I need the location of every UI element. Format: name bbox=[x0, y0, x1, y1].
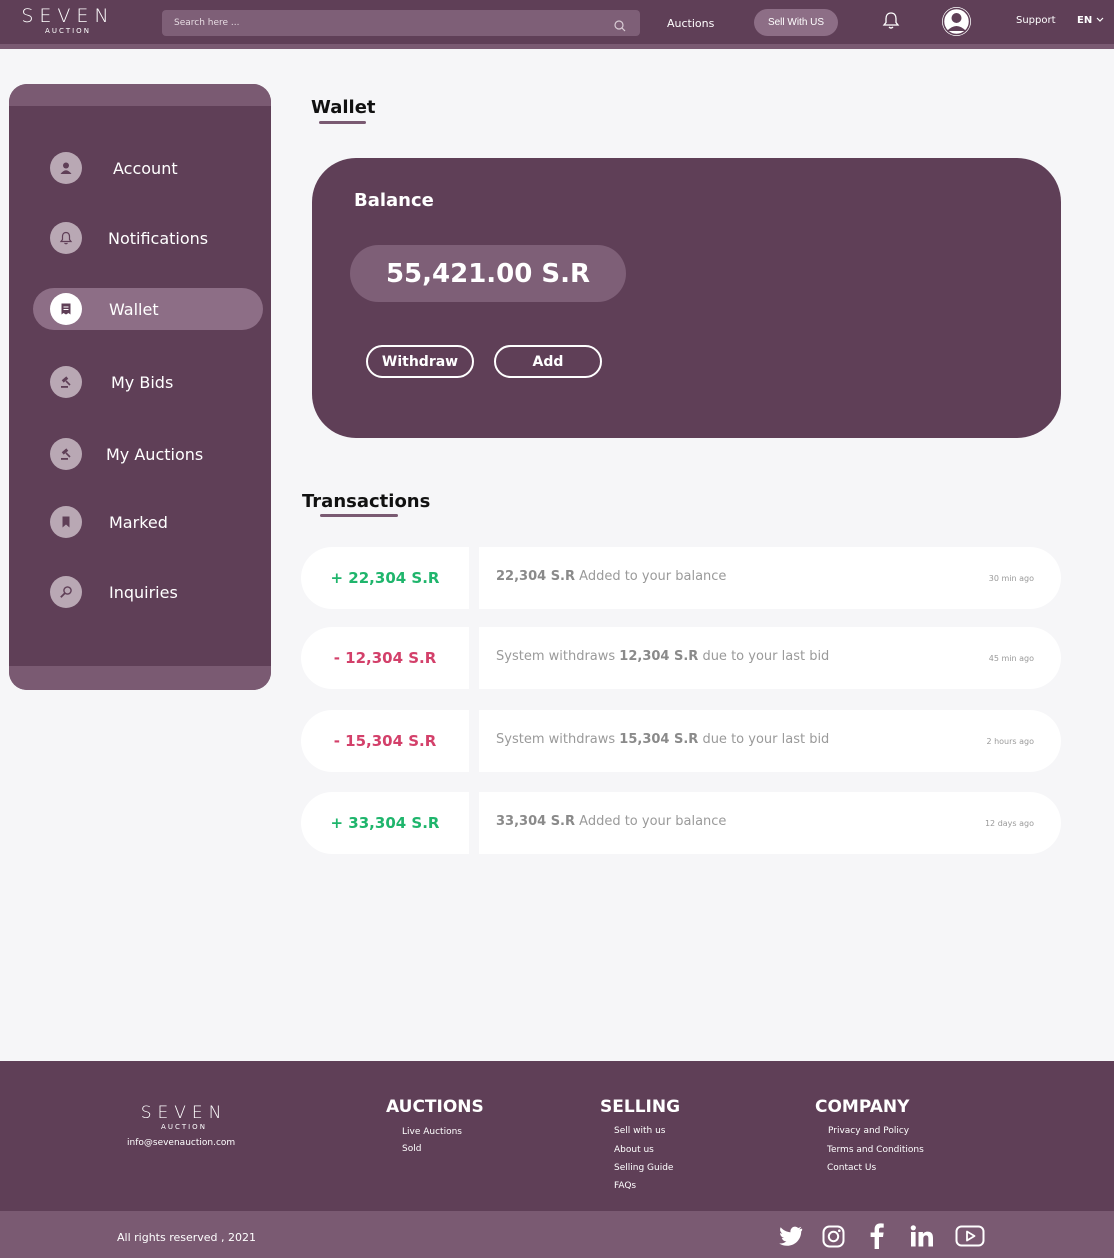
nav-auctions-link[interactable]: Auctions bbox=[667, 17, 714, 30]
brand-tagline: AUCTION bbox=[45, 27, 91, 35]
footer-link-faqs[interactable]: FAQs bbox=[614, 1181, 636, 1191]
transaction-time: 45 min ago bbox=[988, 654, 1034, 663]
gavel-icon bbox=[50, 438, 82, 470]
balance-amount: 55,421.00 S.R bbox=[350, 245, 626, 302]
wallet-icon bbox=[50, 293, 82, 325]
copyright-text: All rights reserved , 2021 bbox=[117, 1231, 257, 1244]
brand-name: SEVEN bbox=[140, 1103, 228, 1123]
wallet-title: Wallet bbox=[311, 97, 376, 118]
brand-tagline: AUCTION bbox=[161, 1123, 207, 1131]
withdraw-button[interactable]: Withdraw bbox=[366, 345, 474, 378]
description-suffix: Added to your balance bbox=[575, 569, 727, 584]
description-prefix: System withdraws bbox=[496, 649, 620, 664]
transaction-time: 12 days ago bbox=[984, 819, 1034, 828]
footer: SEVEN AUCTION info@sevenauction.com AUCT… bbox=[0, 1061, 1114, 1211]
instagram-icon[interactable] bbox=[820, 1223, 846, 1249]
transactions-title-underline bbox=[320, 514, 398, 517]
sidebar-item-label: My Bids bbox=[111, 372, 174, 392]
search-icon[interactable] bbox=[614, 17, 626, 36]
transaction-row[interactable]: 33,304 S.R Added to your balance 12 days… bbox=[479, 792, 1061, 854]
transaction-description: 22,304 S.R Added to your balance bbox=[496, 569, 726, 584]
language-label: EN bbox=[1077, 15, 1093, 26]
navbar-accent-strip bbox=[0, 44, 1114, 49]
sidebar-item-label: Wallet bbox=[109, 299, 159, 319]
twitter-icon[interactable] bbox=[778, 1223, 804, 1249]
sidebar-item-wallet[interactable]: Wallet bbox=[33, 288, 263, 330]
footer-brand-logo[interactable]: SEVEN AUCTION bbox=[134, 1103, 234, 1131]
contact-email[interactable]: info@sevenauction.com bbox=[127, 1138, 235, 1148]
description-amount: 22,304 S.R bbox=[496, 569, 576, 584]
transaction-amount: + 22,304 S.R bbox=[301, 547, 469, 609]
transaction-row[interactable]: 22,304 S.R Added to your balance 30 min … bbox=[479, 547, 1061, 609]
sidebar-item-my-auctions[interactable]: My Auctions bbox=[33, 433, 263, 475]
support-link[interactable]: Support bbox=[1016, 15, 1056, 26]
sidebar-item-label: Notifications bbox=[108, 228, 209, 248]
footer-link-terms[interactable]: Terms and Conditions bbox=[827, 1145, 924, 1155]
footer-heading-company: COMPANY bbox=[815, 1097, 910, 1117]
description-suffix: due to your last bid bbox=[698, 732, 830, 747]
description-amount: 15,304 S.R bbox=[619, 732, 699, 747]
linkedin-icon[interactable] bbox=[909, 1223, 935, 1249]
sidebar-item-marked[interactable]: Marked bbox=[33, 501, 263, 543]
sidebar-item-my-bids[interactable]: My Bids bbox=[33, 361, 263, 403]
transaction-description: 33,304 S.R Added to your balance bbox=[496, 814, 726, 829]
account-sidebar: Account Notifications Wallet My Bids My … bbox=[9, 84, 271, 690]
bookmark-icon bbox=[50, 506, 82, 538]
transaction-row[interactable]: System withdraws 12,304 S.R due to your … bbox=[479, 627, 1061, 689]
footer-heading-auctions: AUCTIONS bbox=[386, 1097, 484, 1117]
description-suffix: due to your last bid bbox=[698, 649, 830, 664]
bell-icon bbox=[50, 222, 82, 254]
notification-bell-icon[interactable] bbox=[882, 11, 900, 34]
sidebar-item-label: Inquiries bbox=[109, 582, 178, 602]
footer-link-selling-guide[interactable]: Selling Guide bbox=[614, 1163, 673, 1173]
description-prefix: System withdraws bbox=[496, 732, 620, 747]
footer-bottom-bar: All rights reserved , 2021 bbox=[0, 1211, 1114, 1258]
sidebar-item-label: Marked bbox=[109, 512, 168, 532]
user-avatar-icon[interactable] bbox=[942, 7, 971, 36]
sell-with-us-button[interactable]: Sell With US bbox=[754, 9, 838, 36]
footer-link-sold[interactable]: Sold bbox=[402, 1144, 421, 1154]
transaction-amount: - 15,304 S.R bbox=[301, 710, 469, 772]
sidebar-item-inquiries[interactable]: Inquiries bbox=[33, 571, 263, 613]
transaction-time: 2 hours ago bbox=[986, 737, 1034, 746]
top-navbar: SEVEN AUCTION Auctions Sell With US Supp… bbox=[0, 0, 1114, 44]
sidebar-item-label: Account bbox=[113, 158, 178, 178]
youtube-icon[interactable] bbox=[955, 1223, 985, 1249]
transaction-time: 30 min ago bbox=[988, 574, 1034, 583]
footer-link-contact-us[interactable]: Contact Us bbox=[827, 1163, 876, 1173]
transactions-title: Transactions bbox=[302, 491, 431, 512]
sidebar-item-account[interactable]: Account bbox=[33, 147, 263, 189]
footer-link-privacy-policy[interactable]: Privacy and Policy bbox=[828, 1126, 909, 1136]
brand-logo[interactable]: SEVEN AUCTION bbox=[18, 5, 118, 35]
sidebar-bottom-cap bbox=[9, 666, 271, 690]
search-icon bbox=[50, 576, 82, 608]
wallet-title-underline bbox=[319, 121, 366, 124]
user-icon bbox=[50, 152, 82, 184]
footer-link-sell-with-us[interactable]: Sell with us bbox=[614, 1126, 665, 1136]
search-input[interactable] bbox=[174, 10, 594, 36]
balance-label: Balance bbox=[354, 190, 434, 211]
description-amount: 33,304 S.R bbox=[496, 814, 576, 829]
sidebar-item-label: My Auctions bbox=[106, 444, 204, 464]
sidebar-top-cap bbox=[9, 84, 271, 106]
transaction-description: System withdraws 15,304 S.R due to your … bbox=[496, 732, 829, 747]
search-bar[interactable] bbox=[162, 10, 640, 36]
transaction-amount: + 33,304 S.R bbox=[301, 792, 469, 854]
brand-name: SEVEN bbox=[21, 5, 115, 27]
description-suffix: Added to your balance bbox=[575, 814, 727, 829]
transaction-row[interactable]: System withdraws 15,304 S.R due to your … bbox=[479, 710, 1061, 772]
language-selector[interactable]: EN bbox=[1077, 15, 1104, 26]
footer-heading-selling: SELLING bbox=[600, 1097, 681, 1117]
transaction-description: System withdraws 12,304 S.R due to your … bbox=[496, 649, 829, 664]
footer-link-about-us[interactable]: About us bbox=[614, 1145, 654, 1155]
footer-link-live-auctions[interactable]: Live Auctions bbox=[402, 1127, 462, 1137]
sidebar-item-notifications[interactable]: Notifications bbox=[33, 217, 263, 259]
facebook-icon[interactable] bbox=[864, 1223, 890, 1249]
balance-card: Balance 55,421.00 S.R Withdraw Add bbox=[312, 158, 1061, 438]
description-amount: 12,304 S.R bbox=[619, 649, 699, 664]
transaction-amount: - 12,304 S.R bbox=[301, 627, 469, 689]
gavel-icon bbox=[50, 366, 82, 398]
chevron-down-icon bbox=[1096, 15, 1104, 26]
add-funds-button[interactable]: Add bbox=[494, 345, 602, 378]
